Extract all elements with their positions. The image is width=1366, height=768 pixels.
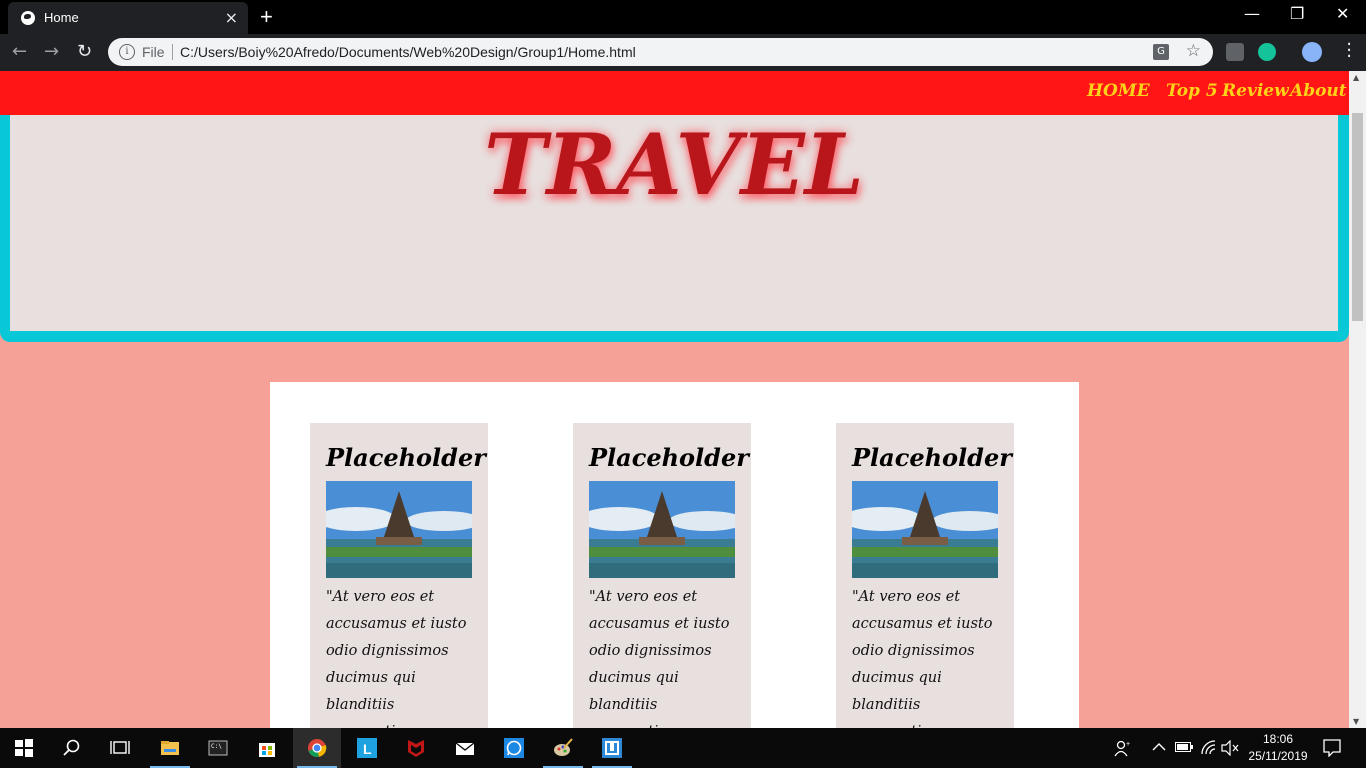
store-icon[interactable] — [243, 728, 291, 768]
site-navbar: HOME Top 5 Review About Us — [0, 71, 1349, 115]
temple-lake-image — [326, 481, 472, 578]
page-viewport: HOME Top 5 Review About Us TRAVEL Placeh… — [0, 71, 1349, 728]
browser-tab[interactable]: Home × — [8, 2, 248, 34]
card-title: Placeholder — [326, 443, 486, 472]
extension-icon[interactable] — [1226, 43, 1244, 61]
globe-icon — [21, 11, 35, 25]
wifi-icon[interactable] — [1200, 739, 1216, 755]
tab-title: Home — [44, 10, 79, 25]
notifications-icon[interactable] — [1323, 739, 1341, 757]
placeholder-card: Placeholder "At vero eos et accusamus et… — [836, 423, 1014, 728]
minimize-button[interactable]: — — [1244, 4, 1260, 23]
bookmark-star-icon[interactable]: ☆ — [1186, 41, 1201, 61]
card-text: "At vero eos et accusamus et iusto odio … — [852, 589, 993, 728]
scroll-down-arrow-icon[interactable]: ▼ — [1353, 717, 1359, 726]
hero-banner: TRAVEL — [0, 115, 1349, 342]
terminal-icon[interactable]: C:\ — [194, 728, 242, 768]
search-icon[interactable] — [48, 728, 96, 768]
windows-taskbar: C:\ L + 18:06 25/11/2019 — [0, 728, 1366, 768]
window-close-button[interactable]: ✕ — [1336, 4, 1349, 23]
content-panel: Placeholder "At vero eos et accusamus et… — [270, 382, 1079, 728]
svg-text:L: L — [363, 741, 372, 757]
placeholder-card: Placeholder "At vero eos et accusamus et… — [310, 423, 488, 728]
card-text: "At vero eos et accusamus et iusto odio … — [326, 589, 467, 728]
task-view-icon[interactable] — [96, 728, 144, 768]
svg-text:+: + — [1126, 741, 1130, 748]
card-title: Placeholder — [852, 443, 1012, 472]
tab-close-icon[interactable]: × — [225, 8, 238, 27]
translate-icon[interactable]: G — [1153, 44, 1169, 60]
vertical-scrollbar[interactable]: ▲ ▼ — [1349, 71, 1366, 728]
reload-icon[interactable]: ↻ — [77, 41, 92, 62]
nav-top5-link[interactable]: Top 5 — [1166, 81, 1218, 101]
nav-review-link[interactable]: Review — [1222, 81, 1289, 101]
card-text: "At vero eos et accusamus et iusto odio … — [589, 589, 730, 728]
mail-icon[interactable] — [441, 728, 489, 768]
svg-text:C:\: C:\ — [211, 743, 222, 750]
menu-kebab-icon[interactable]: · · · — [1346, 36, 1352, 66]
grammarly-icon[interactable] — [1258, 43, 1276, 61]
address-divider — [172, 44, 173, 60]
volume-muted-icon[interactable] — [1221, 740, 1239, 756]
temple-lake-image — [852, 481, 998, 578]
forward-arrow-icon[interactable]: → — [44, 41, 59, 62]
scheme-label: File — [142, 44, 165, 60]
new-tab-button[interactable]: + — [260, 4, 273, 30]
browser-tab-strip: Home × + — ❐ ✕ — [0, 0, 1366, 34]
clock-time[interactable]: 18:06 — [1248, 732, 1308, 746]
back-arrow-icon[interactable]: ← — [12, 41, 27, 62]
card-title: Placeholder — [589, 443, 749, 472]
hero-inner: TRAVEL — [10, 115, 1338, 331]
clock-date[interactable]: 25/11/2019 — [1244, 749, 1312, 763]
scroll-up-arrow-icon[interactable]: ▲ — [1353, 73, 1359, 82]
file-explorer-icon[interactable] — [146, 728, 194, 768]
placeholder-card: Placeholder "At vero eos et accusamus et… — [573, 423, 751, 728]
start-icon[interactable] — [0, 728, 48, 768]
url-text[interactable]: C:/Users/Boiy%20Afredo/Documents/Web%20D… — [180, 44, 636, 60]
mcafee-icon[interactable] — [392, 728, 440, 768]
app-frame-icon[interactable] — [588, 728, 636, 768]
temple-lake-image — [589, 481, 735, 578]
people-icon[interactable]: + — [1114, 739, 1132, 757]
nav-about-link[interactable]: About Us — [1290, 81, 1349, 101]
whatsapp-icon[interactable] — [490, 728, 538, 768]
profile-avatar-icon[interactable] — [1302, 42, 1322, 62]
chevron-up-icon[interactable] — [1152, 742, 1166, 752]
browser-toolbar: ← → ↻ i File C:/Users/Boiy%20Afredo/Docu… — [0, 34, 1366, 71]
l-app-icon[interactable]: L — [343, 728, 391, 768]
nav-home-link[interactable]: HOME — [1087, 81, 1150, 101]
hero-title: TRAVEL — [484, 115, 864, 214]
scrollbar-thumb[interactable] — [1352, 113, 1363, 321]
address-bar[interactable]: i File C:/Users/Boiy%20Afredo/Documents/… — [108, 38, 1213, 66]
chrome-icon[interactable] — [293, 728, 341, 768]
info-icon[interactable]: i — [119, 44, 135, 60]
paint-icon[interactable] — [539, 728, 587, 768]
restore-button[interactable]: ❐ — [1290, 4, 1304, 23]
battery-icon[interactable] — [1175, 741, 1193, 753]
